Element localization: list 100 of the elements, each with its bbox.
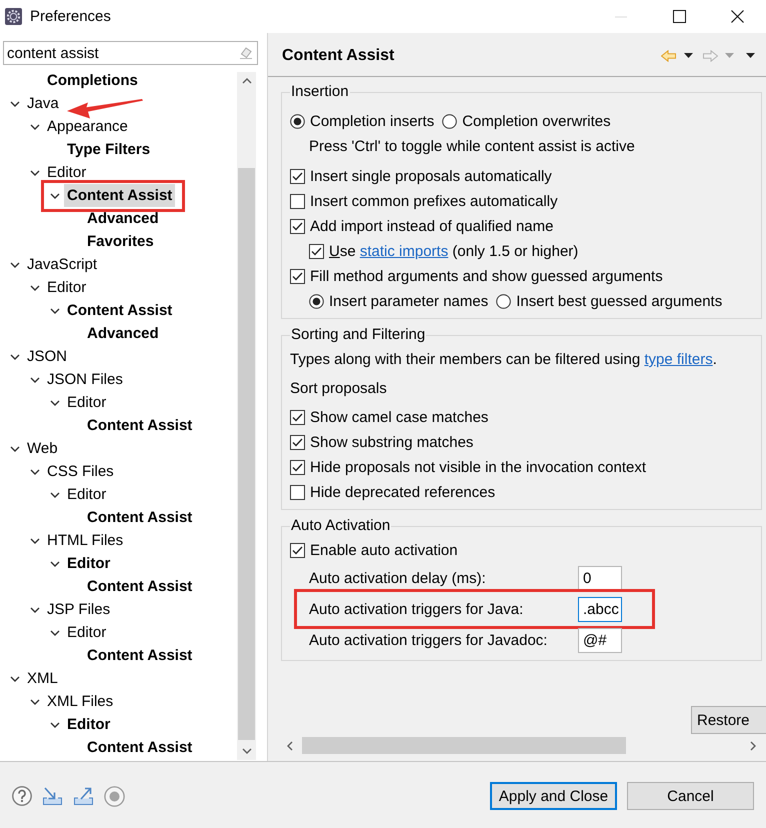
chevron-up-icon[interactable] <box>242 78 252 84</box>
tree-item[interactable]: Web <box>24 437 61 460</box>
radio-button[interactable] <box>496 294 512 309</box>
tree-item[interactable]: Favorites <box>84 230 157 253</box>
chevron-icon[interactable] <box>10 676 20 682</box>
maximize-icon[interactable] <box>672 10 686 23</box>
dialog-button[interactable]: Cancel <box>627 782 754 810</box>
checkbox[interactable] <box>290 410 305 425</box>
tree-item[interactable]: Content Assist <box>84 575 196 598</box>
checkbox[interactable] <box>309 244 324 259</box>
tree-item[interactable]: Content Assist <box>84 414 196 437</box>
chevron-icon[interactable] <box>10 354 20 360</box>
inline-link[interactable]: type filters <box>644 351 713 368</box>
tree-item[interactable]: JSON <box>24 345 70 368</box>
checkbox-option[interactable]: Fill method arguments and show guessed arguments <box>290 268 663 285</box>
tree-item[interactable]: Type Filters <box>64 138 154 161</box>
help-icon[interactable] <box>12 786 32 806</box>
tree-item[interactable]: JavaScript <box>24 253 100 276</box>
checkbox-option[interactable]: Insert single proposals automatically <box>290 168 552 185</box>
checkbox-option[interactable]: Show substring matches <box>290 434 474 451</box>
tree-item[interactable]: Appearance <box>44 115 131 138</box>
tree-item[interactable]: XML <box>24 667 61 690</box>
chevron-icon[interactable] <box>30 538 40 544</box>
tree-item[interactable]: Content Assist <box>84 644 196 667</box>
scrollbar-thumb[interactable] <box>302 737 626 754</box>
checkbox-option[interactable]: Use static imports (only 1.5 or higher) <box>309 243 578 260</box>
chevron-icon[interactable] <box>50 492 60 498</box>
tree-item[interactable]: Editor <box>64 552 114 575</box>
chevron-icon[interactable] <box>50 722 60 728</box>
search-field[interactable]: content assist <box>3 41 258 65</box>
dialog-button[interactable]: Apply and Close <box>490 782 617 810</box>
tree-item[interactable]: Editor <box>44 276 90 299</box>
tree-item[interactable]: Editor <box>64 391 110 414</box>
checkbox-option[interactable]: Enable auto activation <box>290 542 458 559</box>
radio-option[interactable]: Completion inserts <box>290 113 434 130</box>
tree-item[interactable]: Editor <box>64 621 110 644</box>
chevron-icon[interactable] <box>50 192 60 198</box>
radio-option[interactable]: Insert best guessed arguments <box>496 293 722 310</box>
radio-option[interactable]: Completion overwrites <box>442 113 611 130</box>
checkbox[interactable] <box>290 485 305 500</box>
chevron-icon[interactable] <box>10 262 20 268</box>
caret-icon[interactable] <box>684 53 693 58</box>
chevron-right-icon[interactable] <box>750 740 756 750</box>
checkbox[interactable] <box>290 435 305 450</box>
input-field[interactable]: .abcc <box>578 597 622 622</box>
tree-item[interactable]: Content Assist <box>64 184 176 207</box>
checkbox-option[interactable]: Hide deprecated references <box>290 484 496 501</box>
chevron-icon[interactable] <box>50 308 60 314</box>
checkbox[interactable] <box>290 169 305 184</box>
import-icon[interactable] <box>42 786 63 806</box>
checkbox[interactable] <box>290 460 305 475</box>
checkbox[interactable] <box>290 194 305 209</box>
chevron-icon[interactable] <box>30 606 40 612</box>
inline-link[interactable]: static imports <box>360 243 448 260</box>
chevron-icon[interactable] <box>10 446 20 452</box>
scrollbar-thumb[interactable] <box>238 168 255 740</box>
tree-item[interactable]: JSON Files <box>44 368 126 391</box>
chevron-icon[interactable] <box>10 100 20 106</box>
tree-item[interactable]: Content Assist <box>84 506 196 529</box>
checkbox-option[interactable]: Hide proposals not visible in the invocation context <box>290 459 646 476</box>
tree-item[interactable]: Editor <box>64 713 114 736</box>
tree-item[interactable]: Completions <box>44 69 141 92</box>
tree-item[interactable]: Editor <box>44 161 90 184</box>
tree-item[interactable]: HTML Files <box>44 529 126 552</box>
close-icon[interactable] <box>730 10 744 23</box>
input-field[interactable]: @# <box>578 628 622 653</box>
input-field[interactable]: 0 <box>578 566 622 591</box>
restore-button[interactable]: Restore <box>691 706 766 734</box>
chevron-icon[interactable] <box>30 284 40 290</box>
chevron-icon[interactable] <box>50 560 60 566</box>
chevron-icon[interactable] <box>30 468 40 474</box>
tree-item[interactable]: Content Assist <box>84 736 196 759</box>
chevron-icon[interactable] <box>30 698 40 704</box>
chevron-icon[interactable] <box>50 630 60 636</box>
checkbox-option[interactable]: Show camel case matches <box>290 409 488 426</box>
chevron-icon[interactable] <box>30 376 40 382</box>
checkbox[interactable] <box>290 269 305 284</box>
radio-button[interactable] <box>442 114 458 129</box>
radio-button[interactable] <box>309 294 324 309</box>
export-icon[interactable] <box>73 786 94 806</box>
tree-item[interactable]: CSS Files <box>44 460 117 483</box>
checkbox-option[interactable]: Add import instead of qualified name <box>290 218 554 235</box>
radio-option[interactable]: Insert parameter names <box>309 293 488 310</box>
tree-item[interactable]: JSP Files <box>44 598 114 621</box>
chevron-icon[interactable] <box>50 400 60 406</box>
tree-item[interactable]: Editor <box>64 483 110 506</box>
chevron-icon[interactable] <box>30 170 40 176</box>
tree-item[interactable]: Content Assist <box>64 299 176 322</box>
checkbox[interactable] <box>290 219 305 234</box>
record-icon[interactable] <box>104 786 125 806</box>
chevron-icon[interactable] <box>30 124 40 130</box>
checkbox-option[interactable]: Insert common prefixes automatically <box>290 193 558 210</box>
tree-item[interactable]: Advanced <box>84 207 162 230</box>
chevron-down-icon[interactable] <box>242 748 252 754</box>
radio-button[interactable] <box>290 114 305 129</box>
checkbox[interactable] <box>290 543 305 558</box>
tree-item[interactable]: Java <box>24 92 62 115</box>
chevron-left-icon[interactable] <box>287 740 293 750</box>
tree-item[interactable]: XML Files <box>44 690 116 713</box>
tree-item[interactable]: Advanced <box>84 322 162 345</box>
